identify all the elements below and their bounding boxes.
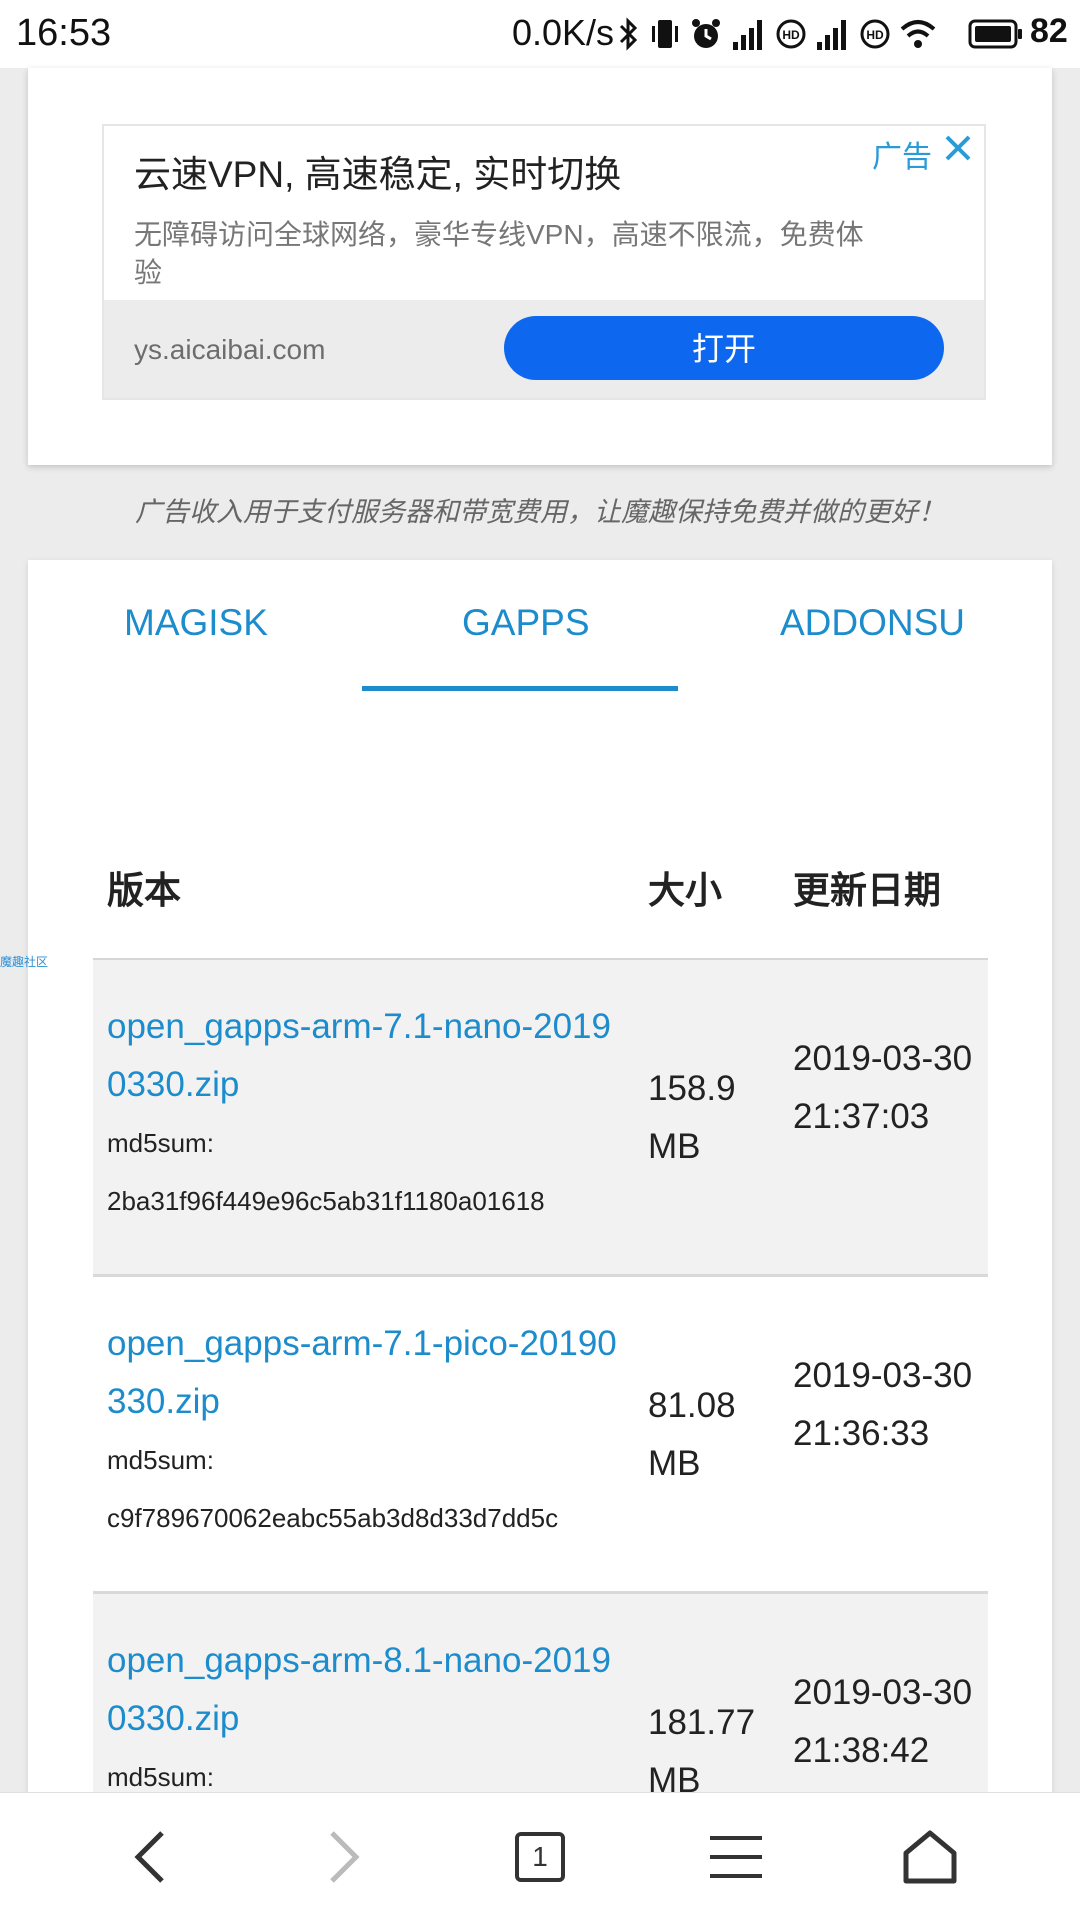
network-speed: 0.0K/s	[512, 12, 615, 53]
tabs-icon: 1	[515, 1832, 565, 1882]
ad-title[interactable]: 云速VPN, 高速稳定, 实时切换	[134, 144, 621, 198]
home-button[interactable]	[822, 1793, 1038, 1921]
browser-toolbar: 1	[0, 1792, 1080, 1921]
table-row: open_gapps-arm-7.1-pico-20190330.zip md5…	[93, 1277, 988, 1594]
ad-url: ys.aicaibai.com	[134, 334, 326, 365]
ad-tag: 广告	[872, 141, 932, 174]
tab-gapps[interactable]: GAPPS	[462, 602, 590, 644]
ad-card: 云速VPN, 高速稳定, 实时切换 无障碍访问全球网络，豪华专线VPN，高速不限…	[28, 68, 1052, 465]
file-size: 81.08 MB	[648, 1386, 736, 1483]
ad-footer: ys.aicaibai.com 打开	[104, 300, 984, 398]
svg-text:HD: HD	[866, 28, 884, 42]
back-icon	[134, 1831, 164, 1883]
md5-label: md5sum:	[107, 1445, 214, 1475]
tab-bar: MAGISK GAPPS ADDONSU	[28, 560, 1052, 691]
md5-value: 2ba31f96f449e96c5ab31f1180a01618	[107, 1186, 545, 1216]
ad-banner[interactable]: 云速VPN, 高速稳定, 实时切换 无障碍访问全球网络，豪华专线VPN，高速不限…	[102, 124, 986, 400]
tabs-button[interactable]: 1	[432, 1793, 648, 1921]
wifi-icon	[900, 20, 936, 48]
close-icon[interactable]	[938, 128, 978, 168]
ad-open-button[interactable]: 打开	[504, 316, 944, 380]
tab-addonsu[interactable]: ADDONSU	[780, 602, 965, 644]
hd-icon: HD	[776, 19, 806, 49]
downloads-card: MAGISK GAPPS ADDONSU 版本 大小 更新日期 open_gap…	[28, 560, 1052, 1920]
hd-icon: HD	[860, 19, 890, 49]
file-date: 2019-03-30 21:36:33	[793, 1356, 973, 1453]
battery-percent: 82	[1030, 12, 1068, 50]
ad-description[interactable]: 无障碍访问全球网络，豪华专线VPN，高速不限流，免费体验	[134, 216, 874, 292]
file-link[interactable]: open_gapps-arm-8.1-nano-20190330.zip	[107, 1632, 627, 1748]
file-size: 158.9 MB	[648, 1069, 736, 1166]
menu-button[interactable]	[628, 1793, 844, 1921]
file-date: 2019-03-30 21:37:03	[793, 1039, 973, 1136]
svg-text:HD: HD	[782, 28, 800, 42]
tab-indicator	[362, 686, 678, 691]
md5-value: c9f789670062eabc55ab3d8d33d7dd5c	[107, 1503, 559, 1533]
alarm-icon	[692, 19, 720, 48]
header-date: 更新日期	[793, 870, 941, 911]
ad-notice: 广告收入用于支付服务器和带宽费用，让魔趣保持免费并做的更好！	[135, 497, 945, 527]
md5-label: md5sum:	[107, 1128, 214, 1158]
forward-button[interactable]	[236, 1793, 452, 1921]
menu-icon	[710, 1836, 762, 1878]
tab-magisk[interactable]: MAGISK	[124, 602, 268, 644]
table-row: open_gapps-arm-7.1-nano-20190330.zip md5…	[93, 960, 988, 1277]
status-bar: 16:53 0.0K/s HD HD 82	[0, 0, 1080, 68]
signal-icon	[733, 20, 762, 50]
md5-label: md5sum:	[107, 1762, 214, 1792]
file-link[interactable]: open_gapps-arm-7.1-pico-20190330.zip	[107, 1315, 627, 1431]
header-size: 大小	[648, 870, 722, 911]
back-button[interactable]	[42, 1793, 258, 1921]
side-community-label[interactable]: 魔趣社区	[0, 953, 48, 970]
home-icon	[903, 1830, 957, 1884]
header-version: 版本	[107, 870, 181, 911]
status-time: 16:53	[16, 12, 112, 54]
file-date: 2019-03-30 21:38:42	[793, 1673, 973, 1770]
file-link[interactable]: open_gapps-arm-7.1-nano-20190330.zip	[107, 998, 627, 1114]
bluetooth-icon	[619, 17, 638, 51]
forward-icon	[330, 1831, 360, 1883]
battery-icon	[968, 19, 1022, 49]
signal-icon	[817, 20, 846, 50]
vibrate-icon	[652, 20, 678, 48]
